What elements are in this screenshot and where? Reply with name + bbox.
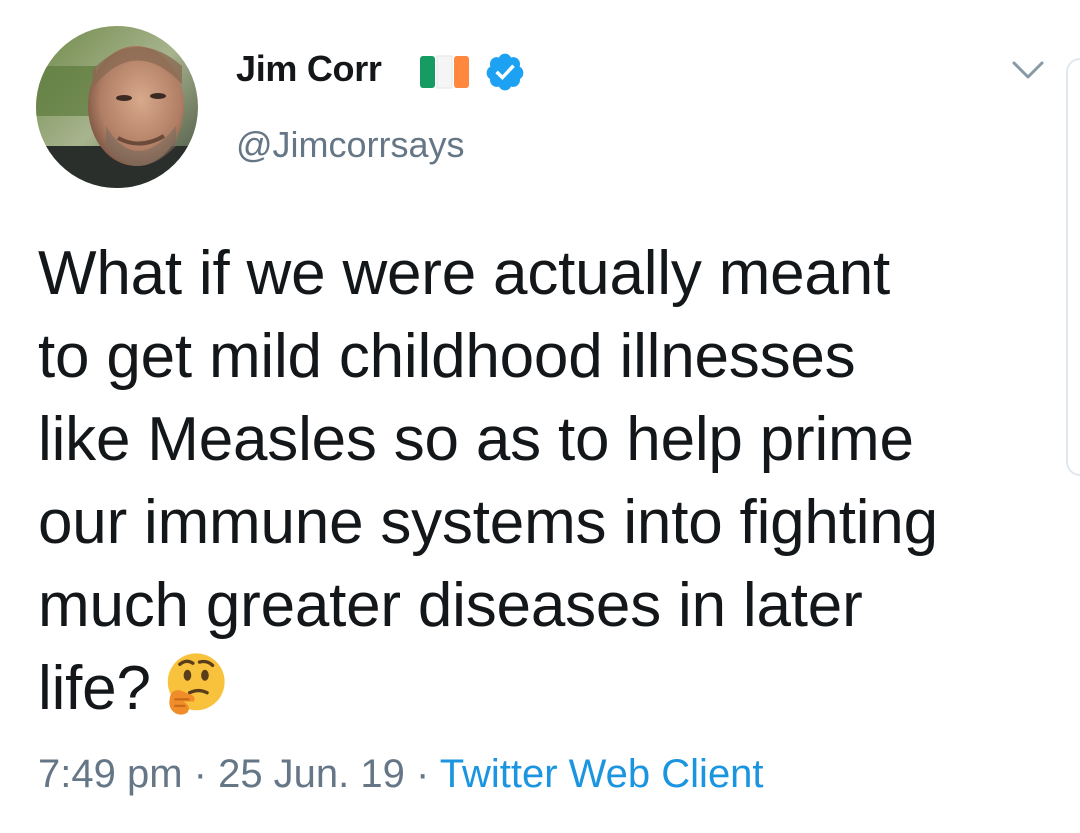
verified-badge-icon (484, 51, 526, 93)
tweet-text-line-last: life? (38, 647, 1038, 730)
tweet-time[interactable]: 7:49 pm (38, 752, 183, 796)
avatar-photo (36, 26, 198, 188)
tweet-meta: 7:49 pm · 25 Jun. 19 · Twitter Web Clien… (38, 752, 764, 797)
tweet-card: Jim Corr @Jimcorrsays What if we were ac… (0, 0, 1080, 833)
tweet-date[interactable]: 25 Jun. 19 (218, 752, 405, 796)
tweet-text-line: our immune systems into fighting (38, 488, 938, 557)
user-handle[interactable]: @Jimcorrsays (236, 124, 465, 166)
tweet-text-line: life? (38, 654, 151, 723)
avatar[interactable] (36, 26, 198, 188)
meta-separator: · (404, 752, 440, 796)
tweet-text-line: much greater diseases in later (38, 571, 863, 640)
meta-separator: · (182, 752, 219, 796)
tweet-text-line: to get mild childhood illnesses (38, 322, 856, 391)
chevron-down-icon[interactable] (1010, 58, 1046, 82)
ireland-flag-icon (418, 55, 472, 89)
tweet-source-link[interactable]: Twitter Web Client (440, 752, 764, 796)
display-name[interactable]: Jim Corr (236, 48, 382, 90)
tweet-text-line: What if we were actually meant (38, 239, 891, 308)
thinking-face-icon (159, 649, 229, 719)
tweet-text-line: like Measles so as to help prime (38, 405, 914, 474)
tweet-text: What if we were actually meant to get mi… (38, 232, 1038, 730)
side-panel-edge (1066, 58, 1080, 476)
